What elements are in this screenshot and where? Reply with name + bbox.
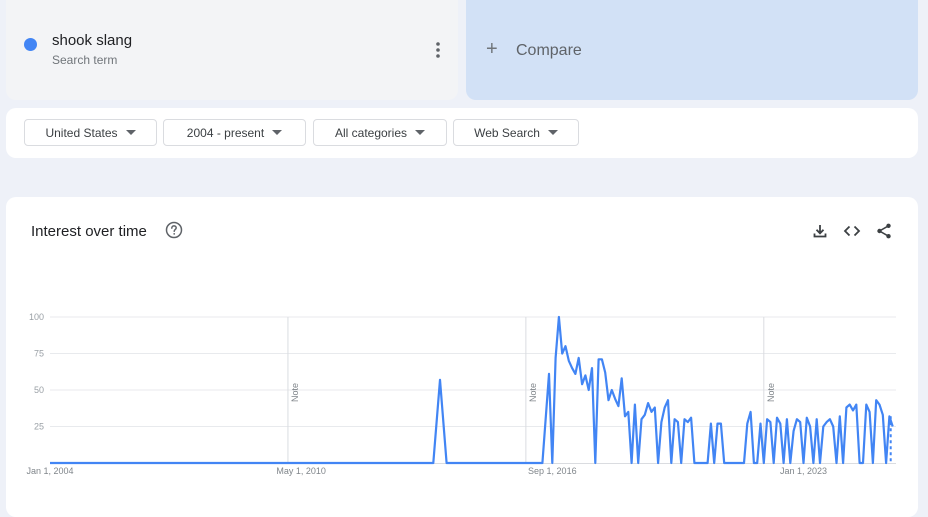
x-tick-label: May 1, 2010	[276, 466, 326, 476]
x-tick-label: Jan 1, 2023	[780, 466, 827, 476]
interest-chart: Note Note Note 25 50 75 100 Jan 1, 2004 May 1, …	[26, 312, 896, 476]
y-tick-label: 50	[34, 385, 44, 395]
y-tick-label: 25	[34, 422, 44, 432]
note-marker-label: Note	[290, 383, 300, 402]
note-marker-label: Note	[766, 383, 776, 402]
y-tick-label: 100	[29, 312, 44, 322]
x-tick-label: Sep 1, 2016	[528, 466, 577, 476]
note-marker-label: Note	[528, 383, 538, 402]
y-tick-label: 75	[34, 349, 44, 359]
x-tick-label: Jan 1, 2004	[26, 466, 73, 476]
